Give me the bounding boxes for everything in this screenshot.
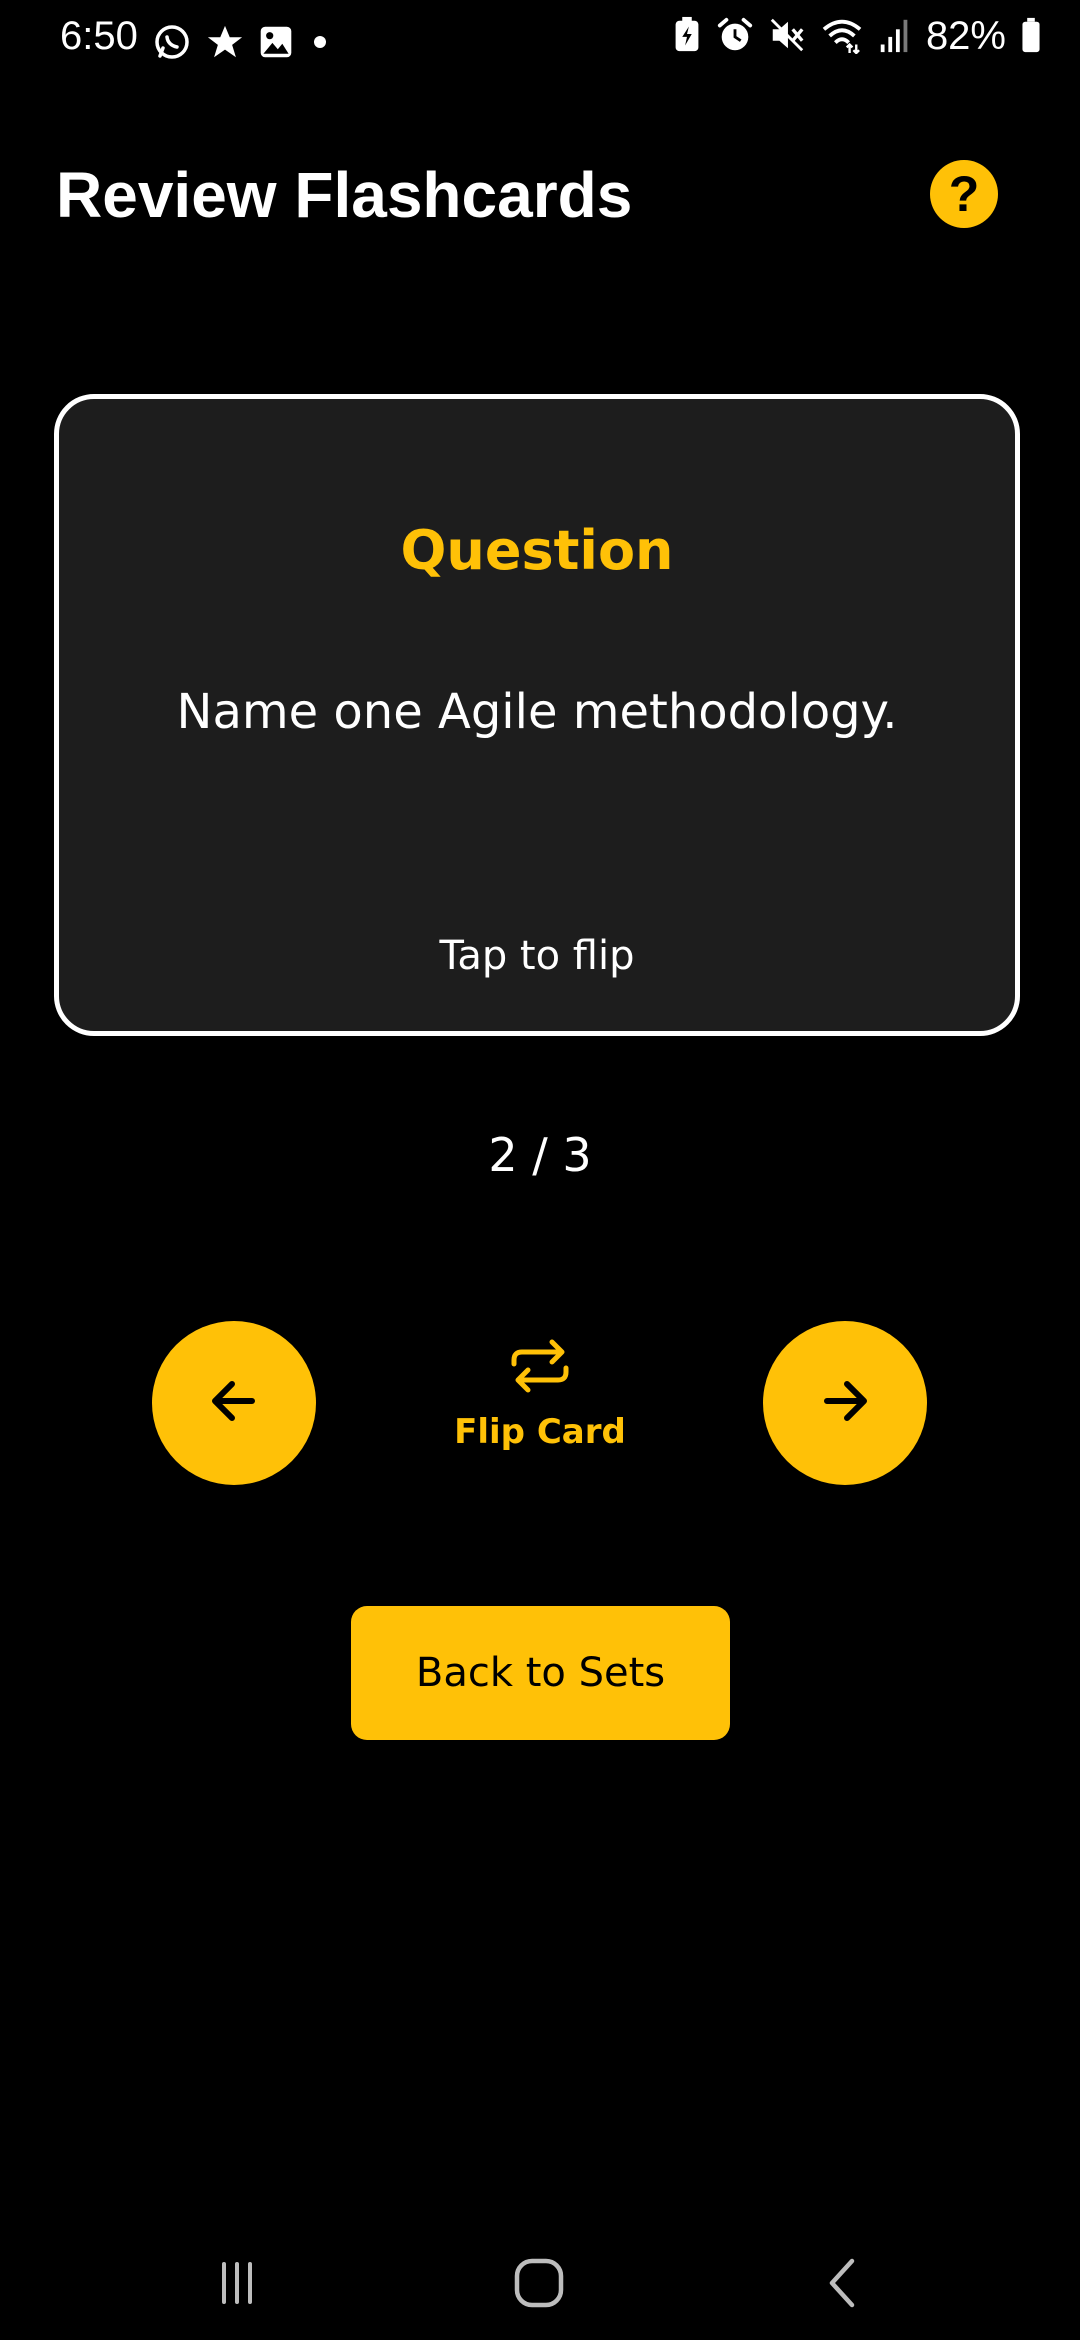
gallery-icon <box>258 24 294 64</box>
status-bar: 6:50 82% <box>0 0 1080 80</box>
card-question-text: Name one Agile methodology. <box>176 684 898 740</box>
status-time: 6:50 <box>60 14 138 58</box>
status-system-icons: 82% <box>672 14 1042 59</box>
card-side-label: Question <box>400 519 674 582</box>
page-title: Review Flashcards <box>56 159 633 231</box>
home-icon <box>511 2255 567 2315</box>
signal-icon <box>878 16 912 58</box>
recent-apps-icon <box>212 2258 262 2312</box>
alarm-icon <box>716 16 754 58</box>
card-counter: 2 / 3 <box>488 1128 592 1182</box>
tap-to-flip-hint: Tap to flip <box>439 933 635 979</box>
battery-icon <box>1020 16 1042 58</box>
whatsapp-icon <box>152 22 192 66</box>
back-to-sets-button[interactable]: Back to Sets <box>351 1606 730 1740</box>
repeat-icon <box>506 1338 574 1398</box>
battery-saver-icon <box>672 16 702 58</box>
next-card-button[interactable] <box>763 1321 927 1485</box>
star-icon <box>206 23 244 65</box>
question-mark-icon: ? <box>948 166 980 222</box>
wifi-icon <box>820 16 864 58</box>
mute-icon <box>768 16 806 58</box>
system-navigation-bar <box>0 2230 1080 2340</box>
status-notification-icons <box>152 22 332 66</box>
battery-percent: 82% <box>925 14 1006 58</box>
flip-card-button[interactable]: Flip Card <box>420 1338 660 1478</box>
chevron-left-icon <box>818 2255 868 2315</box>
system-back-button[interactable] <box>808 2250 878 2320</box>
help-button[interactable]: ? <box>930 160 998 228</box>
previous-card-button[interactable] <box>152 1321 316 1485</box>
back-to-sets-label: Back to Sets <box>415 1650 666 1696</box>
recent-apps-button[interactable] <box>202 2250 272 2320</box>
flip-card-label: Flip Card <box>454 1412 626 1452</box>
arrow-right-icon <box>813 1369 877 1437</box>
dot-icon <box>308 30 332 58</box>
home-button[interactable] <box>504 2250 574 2320</box>
arrow-left-icon <box>202 1369 266 1437</box>
flashcard[interactable]: Question Name one Agile methodology. Tap… <box>54 394 1020 1036</box>
